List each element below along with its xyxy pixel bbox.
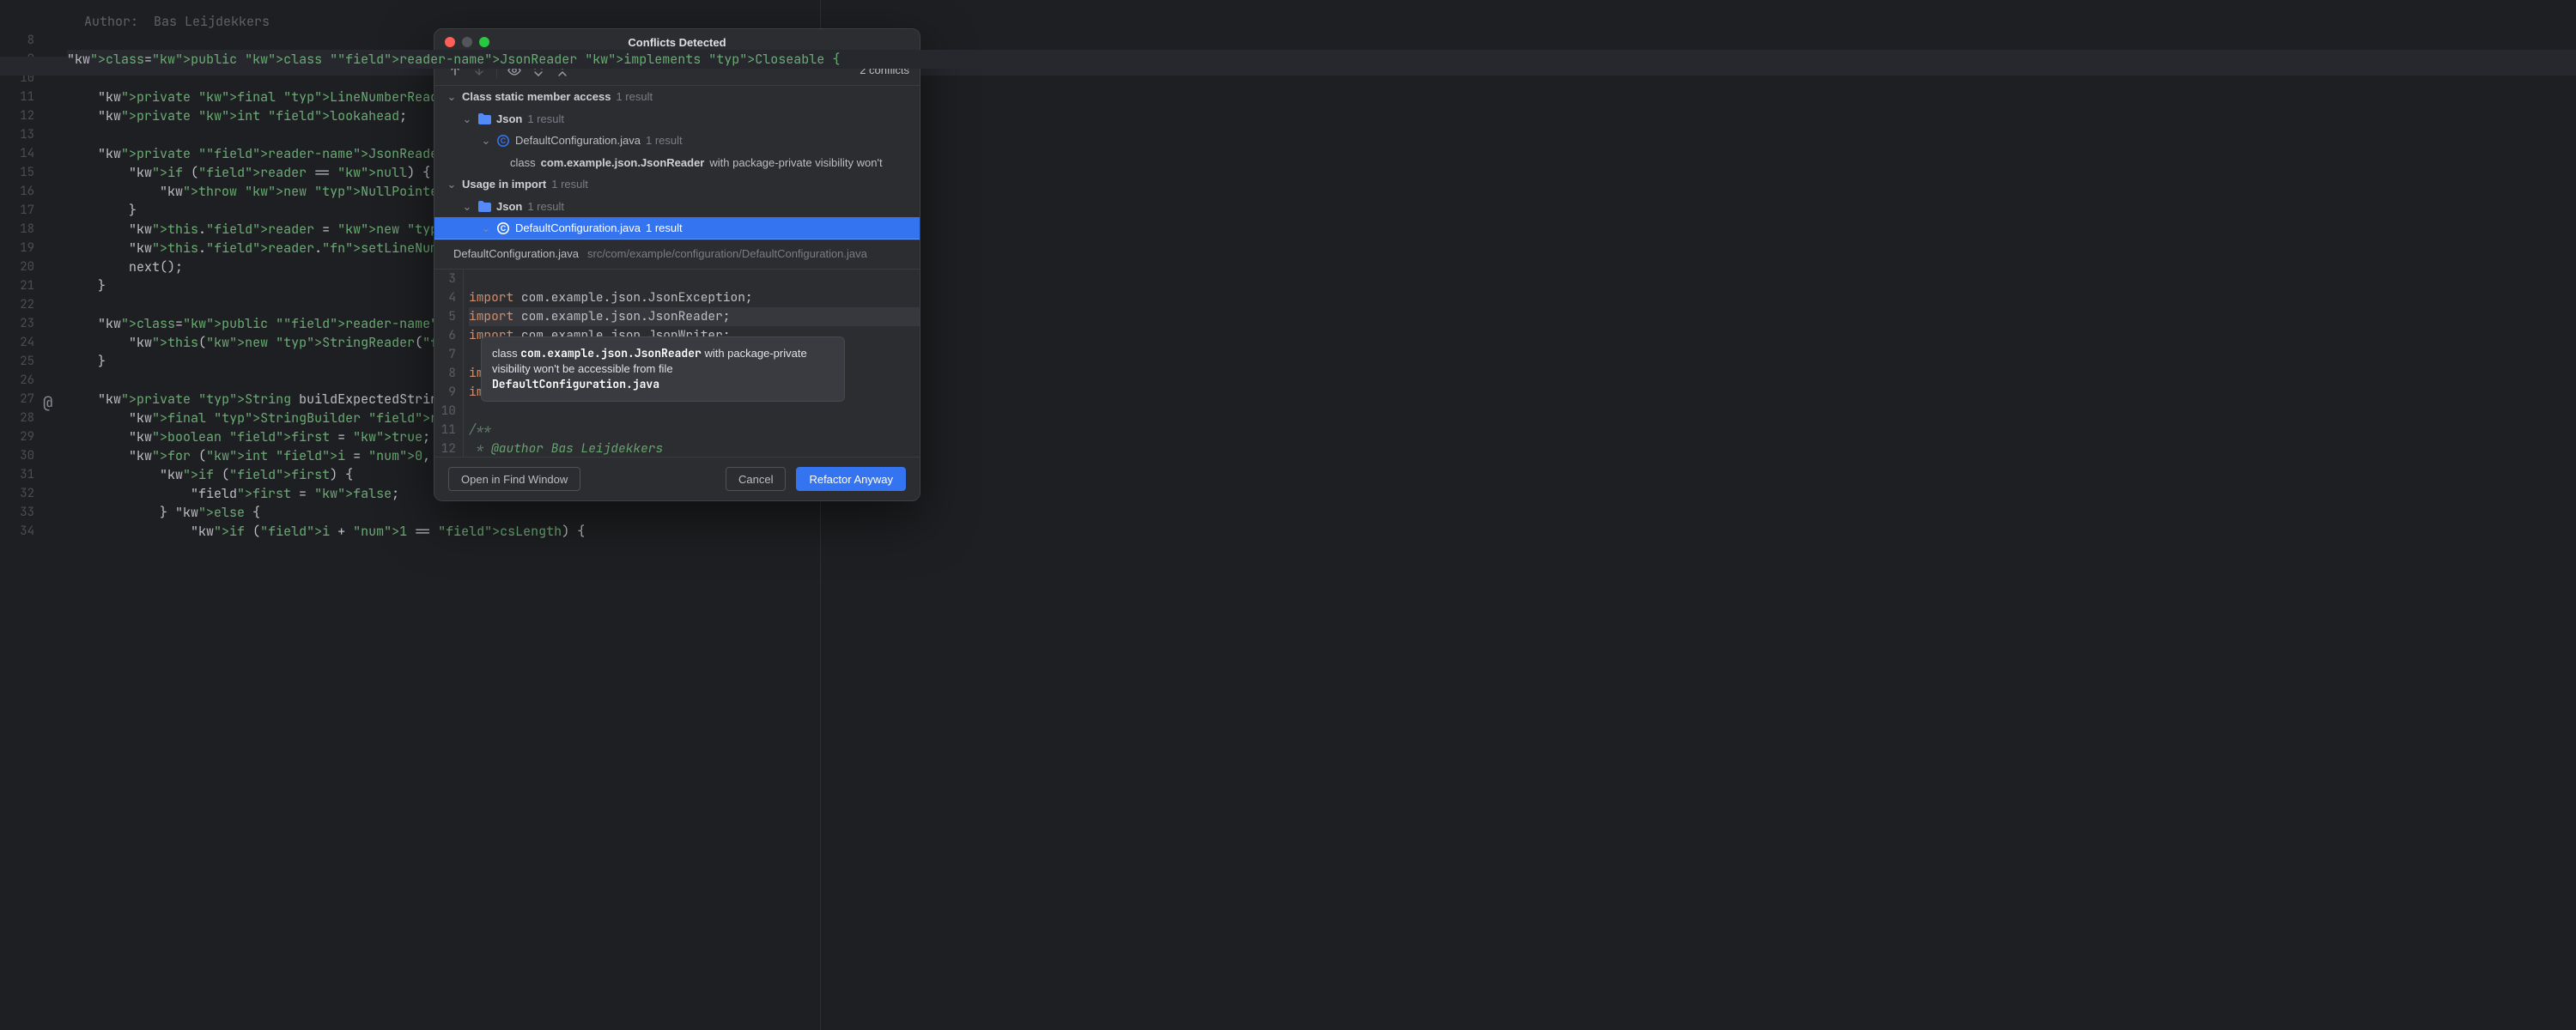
tree-badge: 1 result — [527, 196, 564, 218]
tree-badge: 1 result — [616, 86, 653, 108]
minimize-icon — [462, 37, 472, 47]
tree-badge: 1 result — [551, 173, 588, 196]
preview-area[interactable]: 3456789101112 import com.example.json.Js… — [434, 269, 920, 457]
chevron-down-icon[interactable]: ⌄ — [481, 217, 491, 239]
svg-text:C: C — [501, 224, 507, 233]
dialog-title: Conflicts Detected — [434, 36, 920, 49]
chevron-down-icon[interactable]: ⌄ — [462, 108, 472, 130]
chevron-down-icon[interactable]: ⌄ — [462, 196, 472, 218]
tree-badge: 1 result — [527, 108, 564, 130]
window-controls — [445, 37, 489, 47]
tree-module-label: Json — [496, 196, 522, 218]
preview-gutter: 3456789101112 — [434, 270, 464, 457]
class-icon: C — [496, 221, 510, 235]
tree-group-label: Class static member access — [462, 86, 611, 108]
conflicts-tree[interactable]: ⌄ Class static member access 1 result ⌄ … — [434, 86, 920, 239]
chevron-down-icon[interactable]: ⌄ — [481, 130, 491, 152]
tree-module[interactable]: ⌄ Json 1 result — [434, 196, 920, 218]
conflicts-dialog: Conflicts Detected 2 conflicts ⌄ Class s… — [434, 28, 920, 501]
conflict-tooltip: class com.example.json.JsonReader with p… — [481, 336, 845, 402]
author-annotation-icon: @ — [43, 391, 52, 413]
open-in-find-button[interactable]: Open in Find Window — [448, 467, 580, 491]
tree-badge: 1 result — [646, 217, 683, 239]
tooltip-file: DefaultConfiguration.java — [492, 377, 659, 391]
tree-badge: 1 result — [646, 130, 683, 152]
editor-marks: @ — [43, 0, 64, 1030]
tooltip-class: com.example.json.JsonReader — [520, 346, 702, 360]
svg-text:C: C — [501, 136, 507, 145]
tree-file[interactable]: ⌄ C DefaultConfiguration.java 1 result — [434, 130, 920, 152]
refactor-anyway-button[interactable]: Refactor Anyway — [796, 467, 906, 491]
editor-area: 8910111213141516171819202122232425262728… — [0, 0, 2576, 1030]
tree-usage-text: with package-private visibility won't — [709, 152, 882, 174]
preview-header: DefaultConfiguration.java src/com/exampl… — [434, 239, 920, 269]
tree-file[interactable]: ⌄ C DefaultConfiguration.java 1 result — [434, 217, 920, 239]
preview-filepath: src/com/example/configuration/DefaultCon… — [587, 247, 867, 260]
tree-usage-text: class — [510, 152, 536, 174]
tree-module[interactable]: ⌄ Json 1 result — [434, 108, 920, 130]
tree-usage[interactable]: class com.example.json.JsonReader with p… — [434, 152, 920, 174]
module-icon — [477, 112, 491, 125]
tree-file-label: DefaultConfiguration.java — [515, 130, 641, 152]
tree-file-label: DefaultConfiguration.java — [515, 217, 641, 239]
close-icon[interactable] — [445, 37, 455, 47]
editor-gutter: 8910111213141516171819202122232425262728… — [0, 0, 43, 1030]
tree-group-label: Usage in import — [462, 173, 546, 196]
cancel-button[interactable]: Cancel — [726, 467, 786, 491]
tree-usage-class: com.example.json.JsonReader — [541, 152, 705, 174]
preview-filename: DefaultConfiguration.java — [453, 247, 579, 260]
tree-module-label: Json — [496, 108, 522, 130]
tree-group[interactable]: ⌄ Class static member access 1 result — [434, 86, 920, 108]
chevron-down-icon[interactable]: ⌄ — [447, 86, 457, 108]
module-icon — [477, 199, 491, 213]
tree-group[interactable]: ⌄ Usage in import 1 result — [434, 173, 920, 196]
class-icon: C — [496, 134, 510, 148]
chevron-down-icon[interactable]: ⌄ — [447, 173, 457, 196]
zoom-icon[interactable] — [479, 37, 489, 47]
dialog-footer: Open in Find Window Cancel Refactor Anyw… — [434, 457, 920, 500]
tooltip-text: class — [492, 347, 520, 360]
